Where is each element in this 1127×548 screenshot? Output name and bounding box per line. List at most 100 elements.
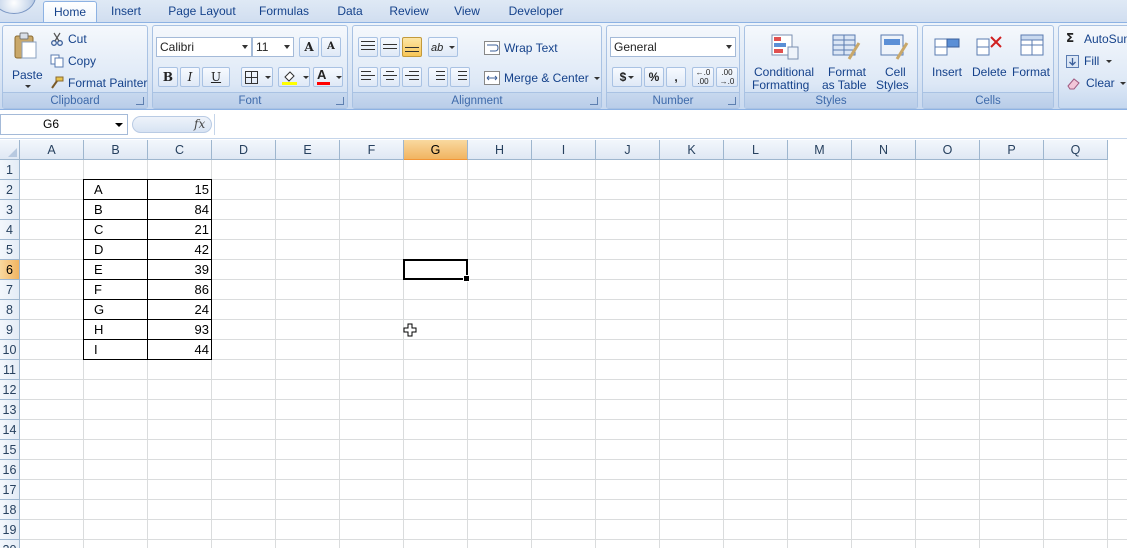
name-box[interactable]: G6	[0, 114, 128, 135]
font-name-combo[interactable]: Calibri	[156, 37, 252, 57]
dialog-launcher-icon[interactable]	[336, 97, 344, 105]
conditional-formatting-button[interactable]: Conditional Formatting	[749, 28, 819, 92]
row-header-3[interactable]: 3	[0, 200, 20, 220]
table-cell-value[interactable]: 84	[148, 200, 212, 220]
row-header-7[interactable]: 7	[0, 280, 20, 300]
table-cell-label[interactable]: G	[84, 300, 148, 320]
tab-view[interactable]: View	[448, 1, 486, 22]
table-cell-value[interactable]: 21	[148, 220, 212, 240]
row-header-18[interactable]: 18	[0, 500, 20, 520]
row-header-9[interactable]: 9	[0, 320, 20, 340]
insert-function-button[interactable]: fx	[194, 117, 205, 131]
table-cell-value[interactable]: 93	[148, 320, 212, 340]
fill-color-button[interactable]	[278, 67, 310, 87]
worksheet-grid[interactable]: ABCDEFGHIJKLMNOPQ 1 2 3 4 5 6 7 8 9 10 11 12 13 14 15 1…	[0, 140, 1127, 548]
select-all-button[interactable]	[0, 140, 20, 160]
tab-formulas[interactable]: Formulas	[254, 1, 314, 22]
table-cell-label[interactable]: A	[84, 180, 148, 200]
active-cell-selection[interactable]	[403, 259, 470, 282]
table-cell-label[interactable]: E	[84, 260, 148, 280]
align-middle-button[interactable]	[380, 37, 400, 57]
column-header-f[interactable]: F	[340, 140, 404, 160]
font-size-combo[interactable]: 11	[252, 37, 294, 57]
row-header-8[interactable]: 8	[0, 300, 20, 320]
column-header-i[interactable]: I	[532, 140, 596, 160]
table-cell-label[interactable]: B	[84, 200, 148, 220]
delete-cells-button[interactable]: Delete	[969, 28, 1009, 92]
currency-button[interactable]: $	[612, 67, 642, 87]
table-cell-value[interactable]: 86	[148, 280, 212, 300]
dialog-launcher-icon[interactable]	[590, 97, 598, 105]
decrease-decimal-button[interactable]: .00 →.0	[716, 67, 738, 87]
percent-button[interactable]: %	[644, 67, 664, 87]
table-cell-value[interactable]: 39	[148, 260, 212, 280]
table-cell-label[interactable]: F	[84, 280, 148, 300]
column-header-q[interactable]: Q	[1044, 140, 1108, 160]
font-color-button[interactable]: A	[313, 67, 343, 87]
column-header-h[interactable]: H	[468, 140, 532, 160]
number-format-combo[interactable]: General	[610, 37, 736, 57]
align-top-button[interactable]	[358, 37, 378, 57]
column-header-m[interactable]: M	[788, 140, 852, 160]
format-as-table-button[interactable]: Format as Table	[821, 28, 869, 92]
fill-button[interactable]: Fill	[1063, 52, 1123, 70]
dialog-launcher-icon[interactable]	[728, 97, 736, 105]
column-header-n[interactable]: N	[852, 140, 916, 160]
format-cells-button[interactable]: Format	[1011, 28, 1053, 92]
align-right-button[interactable]	[402, 67, 422, 87]
paste-button[interactable]: Paste	[5, 28, 43, 90]
table-cell-value[interactable]: 24	[148, 300, 212, 320]
column-header-b[interactable]: B	[84, 140, 148, 160]
table-cell-label[interactable]: H	[84, 320, 148, 340]
insert-cells-button[interactable]: Insert	[927, 28, 967, 92]
column-header-l[interactable]: L	[724, 140, 788, 160]
orientation-button[interactable]: ab	[428, 37, 458, 57]
column-header-e[interactable]: E	[276, 140, 340, 160]
clear-button[interactable]: Clear	[1063, 74, 1127, 92]
tab-page-layout[interactable]: Page Layout	[164, 1, 240, 22]
row-header-6[interactable]: 6	[0, 260, 20, 280]
row-header-20[interactable]: 20	[0, 540, 20, 548]
column-header-j[interactable]: J	[596, 140, 660, 160]
increase-indent-button[interactable]	[450, 67, 470, 87]
row-header-17[interactable]: 17	[0, 480, 20, 500]
column-header-g[interactable]: G	[404, 140, 468, 160]
wrap-text-button[interactable]: Wrap Text	[481, 37, 561, 57]
increase-decimal-button[interactable]: ←.0 .00	[692, 67, 714, 87]
column-header-a[interactable]: A	[20, 140, 84, 160]
row-header-15[interactable]: 15	[0, 440, 20, 460]
table-cell-label[interactable]: D	[84, 240, 148, 260]
table-cell-label[interactable]: I	[84, 340, 148, 360]
format-painter-button[interactable]: Format Painter	[47, 72, 147, 92]
align-left-button[interactable]	[358, 67, 378, 87]
tab-data[interactable]: Data	[331, 1, 369, 22]
dialog-launcher-icon[interactable]	[136, 97, 144, 105]
copy-button[interactable]: Copy	[47, 50, 107, 70]
italic-button[interactable]: I	[180, 67, 200, 87]
row-header-10[interactable]: 10	[0, 340, 20, 360]
column-header-p[interactable]: P	[980, 140, 1044, 160]
table-cell-value[interactable]: 15	[148, 180, 212, 200]
row-header-1[interactable]: 1	[0, 160, 20, 180]
merge-center-button[interactable]: Merge & Center	[481, 67, 600, 87]
grow-font-button[interactable]: A	[299, 37, 319, 57]
comma-button[interactable]: ,	[666, 67, 686, 87]
row-header-5[interactable]: 5	[0, 240, 20, 260]
column-header-c[interactable]: C	[148, 140, 212, 160]
tab-developer[interactable]: Developer	[502, 1, 570, 22]
underline-button[interactable]: U	[202, 67, 230, 87]
tab-home[interactable]: Home	[43, 1, 97, 22]
table-cell-value[interactable]: 42	[148, 240, 212, 260]
align-bottom-button[interactable]	[402, 37, 422, 57]
row-header-12[interactable]: 12	[0, 380, 20, 400]
bold-button[interactable]: B	[158, 67, 178, 87]
office-button[interactable]	[0, 0, 36, 14]
tab-insert[interactable]: Insert	[104, 1, 148, 22]
formula-input[interactable]	[214, 114, 1127, 135]
column-header-d[interactable]: D	[212, 140, 276, 160]
tab-review[interactable]: Review	[384, 1, 434, 22]
table-cell-value[interactable]: 44	[148, 340, 212, 360]
borders-button[interactable]	[241, 67, 273, 87]
row-header-11[interactable]: 11	[0, 360, 20, 380]
table-cell-label[interactable]: C	[84, 220, 148, 240]
